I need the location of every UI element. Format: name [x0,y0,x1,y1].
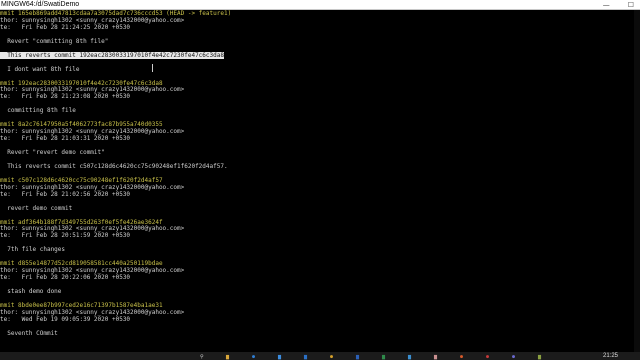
log-line: stash demo done [0,288,62,295]
minimize-button[interactable]: — [603,1,610,9]
app2-icon[interactable]: ● [512,352,515,360]
gitbash-icon[interactable]: ▆ [434,352,437,360]
log-line: revert demo commit [0,204,73,212]
log-line: te: Fri Feb 28 21:03:31 2020 +0530 [0,135,131,143]
mail-icon[interactable]: ▆ [304,352,307,360]
commit-hash-line: mmit c507c128d6c4620cc75c90248ef1f620f2d… [0,176,163,184]
terminal-output[interactable]: mmit 165eb869add47813cdaa7a3075dad7c736c… [0,10,640,352]
window-controls: — ☐ [603,0,634,9]
word-icon[interactable]: ▆ [356,352,359,360]
terminal-scrollbar[interactable] [634,10,640,352]
log-line: thor: sunnysingh1302 <sunny_crazy1432000… [0,267,185,275]
log-line: te: Fri Feb 28 21:02:56 2020 +0530 [0,190,131,198]
log-line: Seventh COmmit [0,329,58,337]
commit-hash-line: mmit 192eac2830033197010f4e42c7230fe47c6… [0,79,163,87]
log-line: thor: sunnysingh1302 <sunny_crazy1432000… [0,86,185,94]
search-icon[interactable]: ⚲ [200,352,204,360]
log-line: 7th file changes [0,246,66,254]
log-line: thor: sunnysingh1302 <sunny_crazy1432000… [0,16,185,24]
excel-icon[interactable]: ▆ [382,352,385,360]
window-title-bar: MINGW64:/d/SwatiDemo — ☐ [0,0,640,10]
commit-hash-line: mmit adf364b188f7d349755d263f0ef5fe426ae… [0,218,163,226]
log-line: te: Wed Feb 19 09:05:39 2020 +0530 [0,315,131,323]
log-line: This reverts commit 192eac2830033197010f… [0,51,224,59]
vscode-icon[interactable]: ▆ [408,352,411,360]
log-line: thor: sunnysingh1302 <sunny_crazy1432000… [0,183,185,191]
log-line: thor: sunnysingh1302 <sunny_crazy1432000… [0,128,185,136]
log-line: This reverts commit c507c128d6c4620cc75c… [0,162,228,170]
commit-hash-line: mmit 8a2c76147950a5f4062773fac87b955a740… [0,121,163,129]
text-cursor [152,64,153,72]
maximize-button[interactable]: ☐ [628,1,634,9]
window-title: MINGW64:/d/SwatiDemo [1,1,80,8]
taskbar-clock[interactable]: 21:25 [603,352,618,360]
commit-hash-line: mmit d855e14877d52cd819058581cc440a25011… [0,260,163,268]
log-line: te: Fri Feb 28 20:22:06 2020 +0530 [0,274,131,282]
folder-icon[interactable]: ▆ [226,352,229,360]
log-line: Revert "committing 8th file" [0,37,109,45]
log-line: I dont want 8th file [0,65,80,73]
commit-hash-line: mmit 165eb869add47813cdaa7a3075dad7c736c… [0,10,232,17]
log-line: te: Fri Feb 28 20:51:59 2020 +0530 [0,232,131,240]
log-line: te: Fri Feb 28 21:23:08 2020 +0530 [0,93,131,101]
log-line: committing 8th file [0,107,76,115]
log-line: Revert "revert demo commit" [0,149,105,156]
chrome-icon[interactable]: ● [330,352,333,360]
app3-icon[interactable]: ▆ [538,352,541,360]
log-line: te: Fri Feb 28 21:24:25 2020 +0530 [0,23,131,31]
commit-hash-line: mmit 8bde0ee87b997ced2e16c71397b1587e4ba… [0,301,163,309]
app-icon[interactable]: ● [486,352,489,360]
edge-icon[interactable]: ● [252,352,255,360]
firefox-icon[interactable]: ● [460,352,463,360]
selected-text: This reverts commit 192eac2830033197010f… [0,51,224,59]
taskbar: 21:25 ⚲ ▆ ● ▆ ▆ ● ▆ ▆ ▆ ▆ ● ● ● ▆ [0,352,640,360]
store-icon[interactable]: ▆ [278,352,281,360]
log-line: thor: sunnysingh1302 <sunny_crazy1432000… [0,225,185,233]
log-line: thor: sunnysingh1302 <sunny_crazy1432000… [0,308,185,316]
